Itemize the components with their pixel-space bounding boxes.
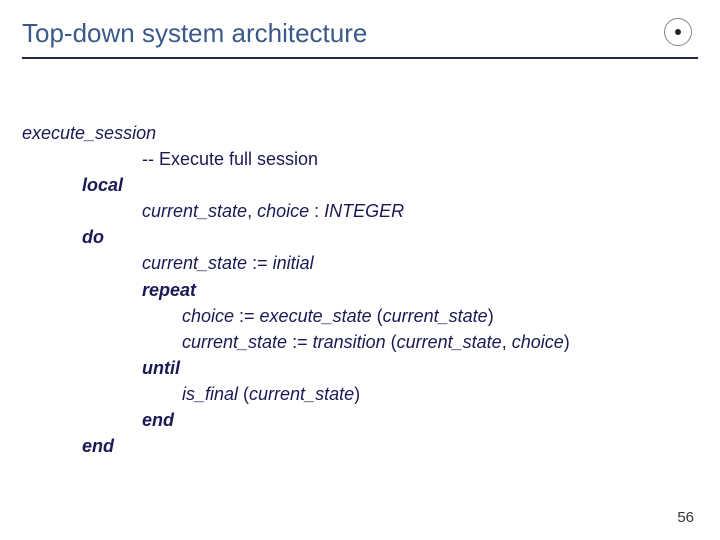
assign-initial: current_state := initial bbox=[22, 250, 698, 276]
choice-fn: execute_state bbox=[260, 306, 372, 326]
kw-repeat: repeat bbox=[22, 277, 698, 303]
trans-comma: , bbox=[502, 332, 512, 352]
proc-name: execute_session bbox=[22, 123, 156, 143]
kw-until: until bbox=[22, 355, 698, 381]
isfinal-arg: current_state bbox=[249, 384, 354, 404]
trans-op: := bbox=[287, 332, 313, 352]
isfinal-fn: is_final bbox=[182, 384, 238, 404]
isfinal-open: ( bbox=[238, 384, 249, 404]
assign1-lhs: current_state bbox=[142, 253, 247, 273]
decl-line: current_state, choice : INTEGER bbox=[22, 198, 698, 224]
page-number: 56 bbox=[677, 509, 694, 526]
decl-colon: : bbox=[314, 201, 324, 221]
logo-icon bbox=[664, 18, 692, 46]
slide-header: Top-down system architecture bbox=[22, 18, 698, 59]
comment-line: -- Execute full session bbox=[22, 146, 698, 172]
slide-title: Top-down system architecture bbox=[22, 18, 367, 48]
code-block: execute_session -- Execute full session … bbox=[22, 120, 698, 459]
kw-do: do bbox=[22, 224, 698, 250]
var-choice: choice bbox=[257, 201, 314, 221]
logo-dot bbox=[675, 29, 681, 35]
decl-sep: , bbox=[247, 201, 257, 221]
choice-lhs: choice bbox=[182, 306, 234, 326]
line-choice: choice := execute_state (current_state) bbox=[22, 303, 698, 329]
trans-close: ) bbox=[564, 332, 570, 352]
choice-op: := bbox=[234, 306, 260, 326]
kw-local: local bbox=[22, 172, 698, 198]
trans-open: ( bbox=[386, 332, 397, 352]
line-transition: current_state := transition (current_sta… bbox=[22, 329, 698, 355]
assign1-rhs: initial bbox=[273, 253, 314, 273]
choice-arg: current_state bbox=[383, 306, 488, 326]
trans-fn: transition bbox=[313, 332, 386, 352]
kw-end-outer: end bbox=[22, 433, 698, 459]
line-isfinal: is_final (current_state) bbox=[22, 381, 698, 407]
isfinal-close: ) bbox=[354, 384, 360, 404]
var-current-state: current_state bbox=[142, 201, 247, 221]
trans-arg2: choice bbox=[512, 332, 564, 352]
assign1-op: := bbox=[247, 253, 273, 273]
type-integer: INTEGER bbox=[324, 201, 404, 221]
trans-lhs: current_state bbox=[182, 332, 287, 352]
kw-end-inner: end bbox=[22, 407, 698, 433]
trans-arg1: current_state bbox=[397, 332, 502, 352]
choice-open: ( bbox=[372, 306, 383, 326]
choice-close: ) bbox=[488, 306, 494, 326]
